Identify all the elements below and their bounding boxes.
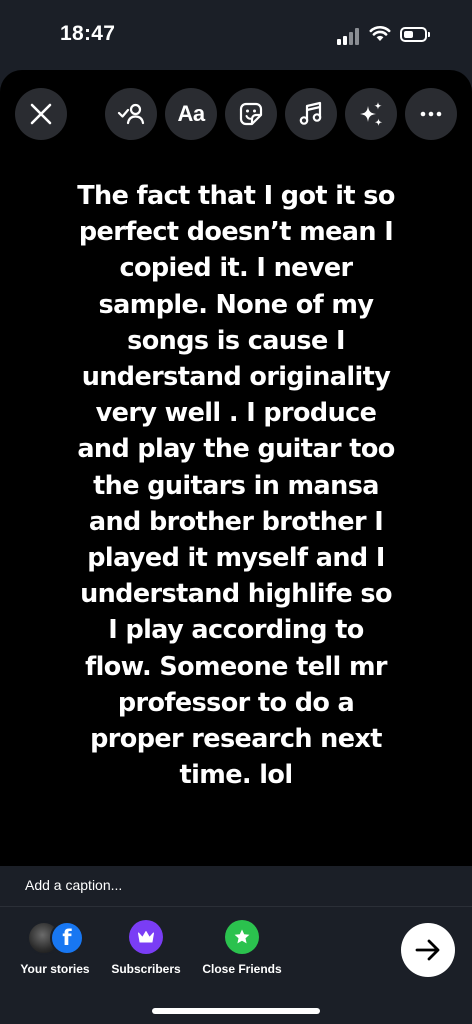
- wifi-icon: [369, 26, 391, 41]
- share-close-friends-button[interactable]: Close Friends: [196, 920, 288, 976]
- cellular-signal-icon: [337, 27, 363, 45]
- text-tool-button[interactable]: Aa: [165, 88, 217, 140]
- text-tool-label: Aa: [177, 101, 205, 126]
- home-indicator: [152, 1008, 320, 1014]
- status-time: 18:47: [60, 22, 116, 45]
- facebook-icon: f: [50, 921, 84, 955]
- divider: [0, 906, 472, 907]
- close-button[interactable]: [15, 88, 67, 140]
- close-icon: [30, 103, 52, 125]
- share-label-close-friends: Close Friends: [202, 962, 282, 976]
- music-button[interactable]: [285, 88, 337, 140]
- star-icon: [225, 920, 259, 954]
- share-label-subscribers: Subscribers: [111, 962, 181, 976]
- crown-icon: [129, 920, 163, 954]
- sticker-icon: [239, 102, 263, 126]
- arrow-right-icon: [415, 939, 440, 961]
- share-subscribers-button[interactable]: Subscribers: [103, 920, 189, 976]
- status-bar: 18:47: [0, 0, 472, 70]
- story-canvas[interactable]: Aa The fact that I got it so perfect doe…: [0, 70, 472, 866]
- story-text[interactable]: The fact that I got it so perfect doesn’…: [36, 178, 436, 793]
- music-note-icon: [299, 101, 322, 125]
- caption-input[interactable]: Add a caption...: [25, 877, 122, 893]
- tag-people-icon: [117, 103, 145, 125]
- more-icon: [420, 111, 442, 117]
- more-button[interactable]: [405, 88, 457, 140]
- share-label-your-stories: Your stories: [20, 962, 90, 976]
- story-editor-screen: 18:47 Aa The fact that I got it so perfe…: [0, 0, 472, 1024]
- next-button[interactable]: [401, 923, 455, 977]
- sticker-button[interactable]: [225, 88, 277, 140]
- tag-people-button[interactable]: [105, 88, 157, 140]
- battery-icon: [400, 27, 430, 42]
- sparkles-icon: [360, 102, 383, 126]
- effects-button[interactable]: [345, 88, 397, 140]
